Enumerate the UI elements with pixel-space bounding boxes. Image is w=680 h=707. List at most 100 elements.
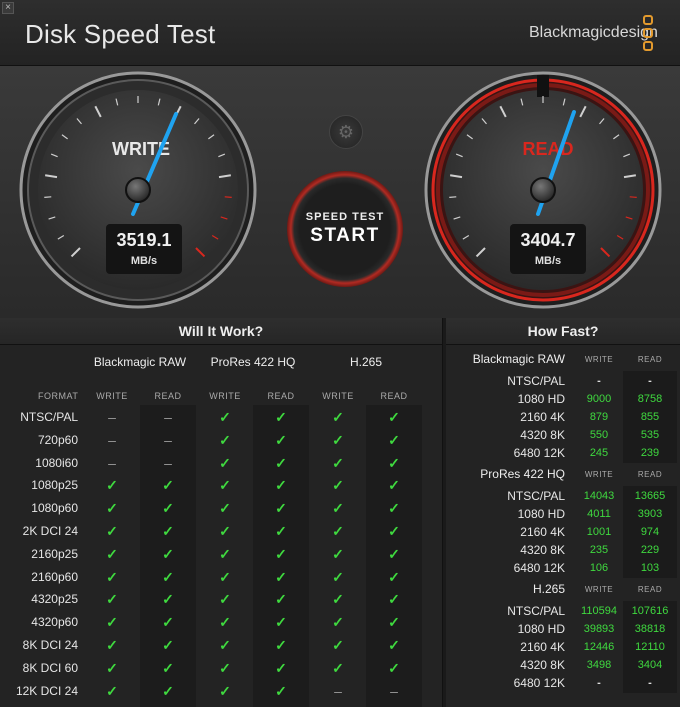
check-icon: ✓ [106,659,118,676]
table-row: 1080i60 – – ✓ ✓ ✓ ✓ [0,452,443,475]
write-value: 3498 [586,659,612,671]
dash-icon: – [164,431,172,448]
read-value: - [648,677,652,689]
close-button[interactable]: × [2,2,14,14]
table-row: 8K DCI 24 ✓ ✓ ✓ ✓ ✓ ✓ [0,634,443,657]
column-subheader: READ [380,391,408,401]
write-value: 1001 [586,526,612,538]
read-value: 38818 [634,623,666,635]
read-value: 3903 [637,508,663,520]
write-value: 9000 [586,393,612,405]
column-subheader: WRITE [584,585,614,594]
check-icon: ✓ [332,659,344,676]
table-row: 1080 HD 9000 8758 [446,390,680,408]
dash-icon: – [164,454,172,471]
brand-logo-icon [643,15,655,53]
read-value: 103 [640,562,660,574]
check-icon: ✓ [275,682,287,699]
dash-icon: – [369,702,419,707]
check-icon: ✓ [106,614,118,631]
speed-test-start-button[interactable]: SPEED TEST START [287,171,403,287]
dash-icon: – [390,682,398,699]
format-label: 2160p60 [31,569,78,584]
check-icon: ✓ [219,431,231,448]
check-icon: ✓ [332,500,344,517]
check-icon: ✓ [162,682,174,699]
check-icon: ✓ [388,614,400,631]
table-row: 1080p60 ✓ ✓ ✓ ✓ ✓ ✓ [0,497,443,520]
check-icon: ✓ [162,500,174,517]
check-icon: ✓ [275,637,287,653]
table-row: 12K DCI 60 ✓ ✓ ✓ ✓ – – [0,702,443,707]
will-it-work-panel: Will It Work? FORMAT Blackmagic RAW ProRe… [0,318,443,707]
format-label: NTSC/PAL [507,604,565,618]
check-icon: ✓ [388,500,400,517]
check-icon: ✓ [332,568,344,585]
read-value: 3404.7 [520,230,576,250]
column-subheader: READ [154,391,182,401]
write-value: 39893 [583,623,615,635]
read-label: READ [522,139,573,159]
check-icon: ✓ [275,545,287,562]
read-gauge-marker [537,75,549,97]
table-row: NTSC/PAL 110594 107616 [446,602,680,620]
read-value: 8758 [637,393,663,405]
table-row: 2160 4K 12446 12110 [446,638,680,656]
write-value: 12446 [583,641,615,653]
write-unit: MB/s [130,255,158,267]
check-icon: ✓ [106,682,118,699]
check-icon: ✓ [219,659,231,676]
check-icon: ✓ [388,568,400,585]
format-label: 12K DCI 60 [0,702,78,707]
write-value: - [597,677,601,689]
check-icon: ✓ [106,523,118,539]
write-value: - [597,375,601,387]
settings-button[interactable]: ⚙ [329,115,363,149]
check-icon: ✓ [219,568,231,585]
check-icon: ✓ [200,702,250,707]
check-icon: ✓ [162,614,174,631]
column-subheader: WRITE [584,470,614,479]
check-icon: ✓ [332,454,344,471]
gauge-tick [629,196,637,198]
dash-icon: – [164,409,172,425]
check-icon: ✓ [162,659,174,676]
format-label: NTSC/PAL [507,489,565,503]
codec-title: H.265 [532,582,565,596]
column-subheader: WRITE [96,391,128,401]
write-hub [125,177,151,203]
check-icon: ✓ [275,431,287,448]
how-fast-title: How Fast? [446,318,680,345]
table-row: 2K DCI 24 ✓ ✓ ✓ ✓ ✓ ✓ [0,520,443,543]
check-icon: ✓ [162,637,174,653]
check-icon: ✓ [332,545,344,562]
check-icon: ✓ [275,409,287,425]
table-row: 1080 HD 4011 3903 [446,505,680,523]
column-subheader: WRITE [209,391,241,401]
format-label: 4320 8K [520,428,565,442]
check-icon: ✓ [219,637,231,653]
table-row: 6480 12K - - [446,674,680,692]
codec-header: H.265 [349,355,383,369]
format-label: 1080 HD [517,507,565,521]
check-icon: ✓ [162,591,174,608]
read-hub [530,177,556,203]
table-row: 6480 12K 106 103 [446,559,680,577]
check-icon: ✓ [275,614,287,631]
format-label: 8K DCI 60 [22,660,78,675]
read-value: 229 [640,544,660,556]
check-icon: ✓ [275,659,287,676]
check-icon: ✓ [388,431,400,448]
format-label: 1080i60 [35,455,78,470]
column-subheader: READ [637,355,663,364]
write-value: 879 [589,411,609,423]
table-row: 2160p60 ✓ ✓ ✓ ✓ ✓ ✓ [0,566,443,589]
will-it-work-title: Will It Work? [0,318,442,345]
gauge-tick [449,196,457,198]
format-label: 1080p25 [31,478,78,493]
format-label: 6480 12K [513,676,565,690]
format-label: 2K DCI 24 [22,524,78,538]
check-icon: ✓ [275,500,287,517]
check-icon: ✓ [219,523,231,539]
check-icon: ✓ [332,637,344,653]
